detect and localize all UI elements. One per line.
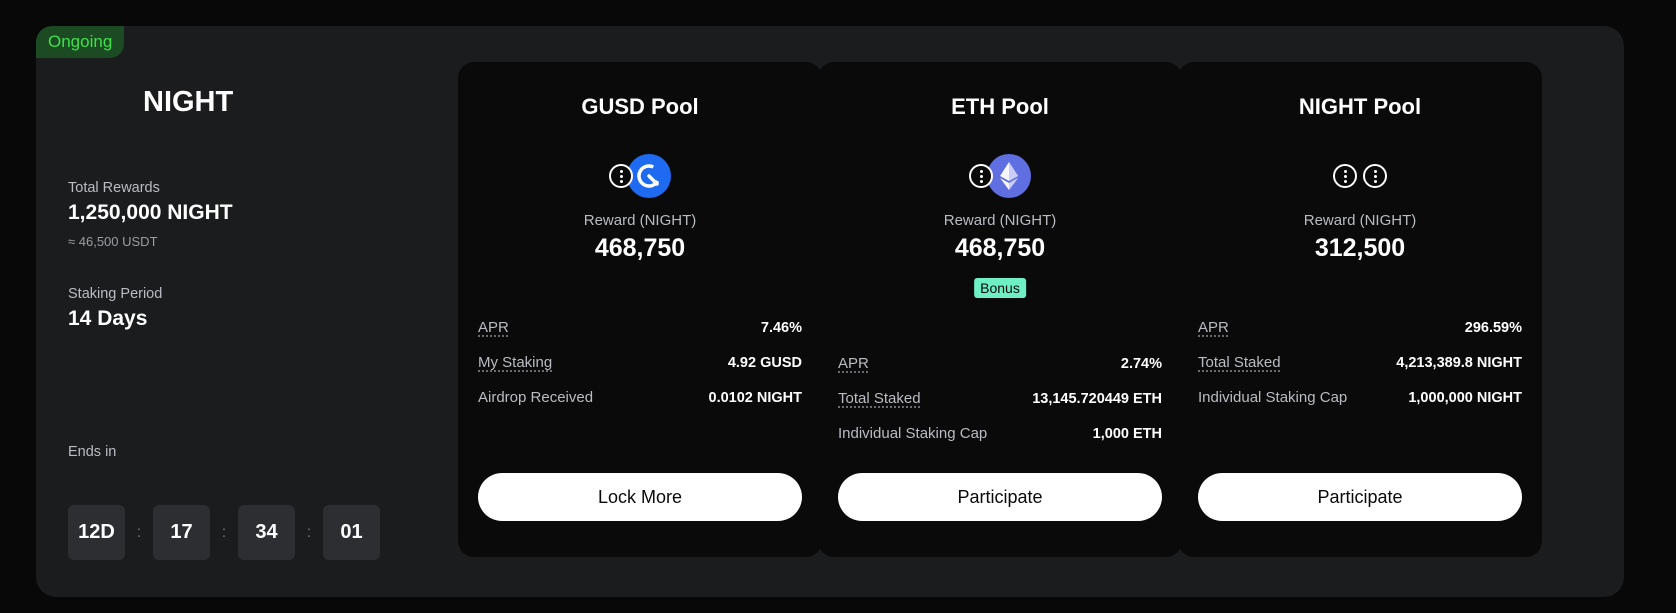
reward-value: 468,750 <box>954 234 1046 262</box>
my-staking-label[interactable]: My Staking <box>478 354 552 371</box>
pool-title: GUSD Pool <box>581 94 699 119</box>
staking-period-label: Staking Period <box>68 286 163 302</box>
participate-button[interactable]: Participate <box>1198 473 1522 521</box>
total-staked-value: 13,145.720449 ETH <box>1032 390 1162 407</box>
participate-button[interactable]: Participate <box>838 473 1162 521</box>
staking-cap-label: Individual Staking Cap <box>1198 389 1348 406</box>
reward-value: 312,500 <box>1314 234 1406 262</box>
countdown-separator: : <box>306 523 312 541</box>
apr-value: 2.74% <box>1120 355 1162 372</box>
countdown-timer: 12D : 17 : 34 : 01 <box>68 505 380 560</box>
info-icon[interactable] <box>969 164 993 188</box>
staking-cap-value: 1,000,000 NIGHT <box>1408 389 1522 406</box>
pool-token-icons <box>458 154 822 198</box>
total-staked-label[interactable]: Total Staked <box>838 390 921 407</box>
bonus-badge: Bonus <box>974 278 1026 298</box>
stat-row-airdrop: Airdrop Received 0.0102 NIGHT <box>478 380 802 415</box>
pool-stats: APR 7.46% My Staking 4.92 GUSD Airdrop R… <box>478 310 802 415</box>
info-icon[interactable] <box>609 164 633 188</box>
countdown-separator: : <box>221 523 227 541</box>
staking-period-value: 14 Days <box>68 307 148 330</box>
total-rewards-usdt: ≈ 46,500 USDT <box>68 234 158 249</box>
countdown-hours: 17 <box>153 505 210 560</box>
apr-value: 7.46% <box>760 319 802 336</box>
apr-label[interactable]: APR <box>478 319 509 336</box>
stat-row-staking-cap: Individual Staking Cap 1,000,000 NIGHT <box>1198 380 1522 415</box>
pool-card-eth: ETH Pool Reward (NIGHT) 468,750 Bonus AP… <box>818 62 1182 557</box>
countdown-minutes: 34 <box>238 505 295 560</box>
stat-row-apr: APR 7.46% <box>478 310 802 345</box>
staking-cap-label: Individual Staking Cap <box>838 425 988 442</box>
pool-title: ETH Pool <box>951 94 1049 119</box>
pool-stats: APR 296.59% Total Staked 4,213,389.8 NIG… <box>1198 310 1522 415</box>
my-staking-value: 4.92 GUSD <box>727 354 802 371</box>
countdown-days: 12D <box>68 505 125 560</box>
reward-label: Reward (NIGHT) <box>583 212 697 229</box>
stat-row-total-staked: Total Staked 4,213,389.8 NIGHT <box>1198 345 1522 380</box>
airdrop-received-label: Airdrop Received <box>478 389 594 406</box>
staking-cap-value: 1,000 ETH <box>1092 425 1162 442</box>
apr-label[interactable]: APR <box>1198 319 1229 336</box>
pool-card-night: NIGHT Pool Reward (NIGHT) 312,500 APR 29… <box>1178 62 1542 557</box>
ends-in-label: Ends in <box>68 444 117 460</box>
gusd-coin-icon <box>627 154 671 198</box>
total-rewards-value: 1,250,000 NIGHT <box>68 201 233 224</box>
apr-value: 296.59% <box>1464 319 1522 336</box>
event-summary: NIGHT Total Rewards 1,250,000 NIGHT ≈ 46… <box>68 26 448 597</box>
lock-more-button[interactable]: Lock More <box>478 473 802 521</box>
stat-row-my-staking: My Staking 4.92 GUSD <box>478 345 802 380</box>
info-icon[interactable] <box>1363 164 1387 188</box>
event-title: NIGHT <box>143 86 234 118</box>
pool-token-icons <box>1178 154 1542 198</box>
reward-label: Reward (NIGHT) <box>1303 212 1417 229</box>
eth-coin-icon <box>987 154 1031 198</box>
total-rewards-label: Total Rewards <box>68 180 160 196</box>
staking-event-card: Ongoing NIGHT Total Rewards 1,250,000 NI… <box>36 26 1624 597</box>
pool-stats: APR 2.74% Total Staked 13,145.720449 ETH… <box>838 346 1162 451</box>
countdown-separator: : <box>136 523 142 541</box>
info-icon[interactable] <box>1333 164 1357 188</box>
stat-row-staking-cap: Individual Staking Cap 1,000 ETH <box>838 416 1162 451</box>
stat-row-apr: APR 2.74% <box>838 346 1162 381</box>
total-staked-label[interactable]: Total Staked <box>1198 354 1281 371</box>
stat-row-apr: APR 296.59% <box>1198 310 1522 345</box>
airdrop-received-value: 0.0102 NIGHT <box>708 389 803 406</box>
pool-token-icons <box>818 154 1182 198</box>
reward-value: 468,750 <box>594 234 686 262</box>
total-staked-value: 4,213,389.8 NIGHT <box>1396 354 1522 371</box>
stat-row-total-staked: Total Staked 13,145.720449 ETH <box>838 381 1162 416</box>
pool-title: NIGHT Pool <box>1298 94 1422 119</box>
reward-label: Reward (NIGHT) <box>943 212 1057 229</box>
apr-label[interactable]: APR <box>838 355 869 372</box>
pool-card-gusd: GUSD Pool Reward (NIGHT) 468,750 APR 7.4… <box>458 62 822 557</box>
countdown-seconds: 01 <box>323 505 380 560</box>
